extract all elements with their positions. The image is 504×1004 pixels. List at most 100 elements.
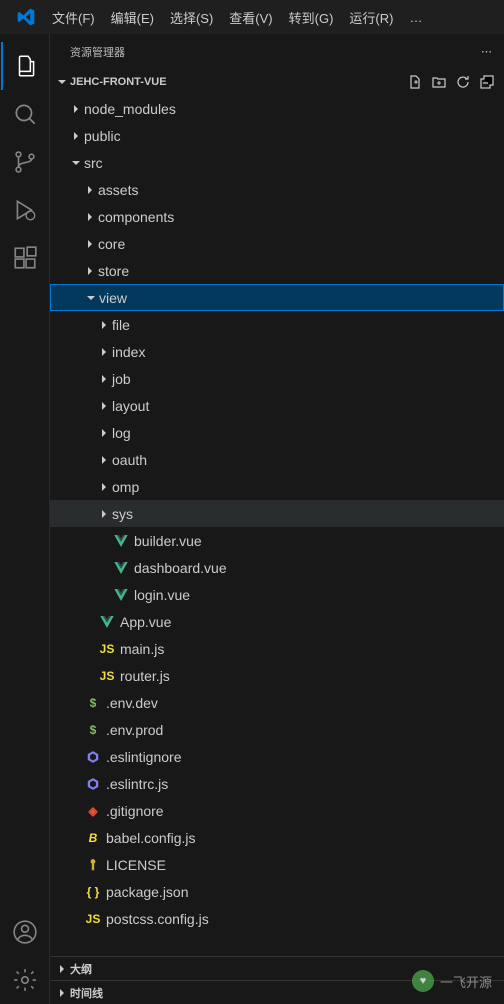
explorer-more-icon[interactable]: ⋯ xyxy=(481,45,492,58)
folder-item[interactable]: index xyxy=(50,338,504,365)
folder-item[interactable]: public xyxy=(50,122,504,149)
file-item[interactable]: .eslintrc.js xyxy=(50,770,504,797)
watermark-text: 一飞开源 xyxy=(440,972,492,991)
menu-item-3[interactable]: 查看(V) xyxy=(221,0,280,34)
vue-icon xyxy=(112,559,130,577)
chevron-right-icon xyxy=(96,373,112,385)
folder-label: node_modules xyxy=(84,101,176,117)
activity-extensions[interactable] xyxy=(1,234,49,282)
file-label: .env.dev xyxy=(106,695,158,711)
folder-item[interactable]: file xyxy=(50,311,504,338)
folder-item[interactable]: sys xyxy=(50,500,504,527)
play-bug-icon xyxy=(12,197,38,223)
search-icon xyxy=(12,101,38,127)
file-label: builder.vue xyxy=(134,533,202,549)
file-item[interactable]: $.env.dev xyxy=(50,689,504,716)
chevron-right-icon xyxy=(82,238,98,250)
activity-explorer[interactable] xyxy=(1,42,49,90)
menubar: 文件(F)编辑(E)选择(S)查看(V)转到(G)运行(R) … xyxy=(0,0,504,34)
folder-label: src xyxy=(84,155,103,171)
file-label: LICENSE xyxy=(106,857,166,873)
folder-item[interactable]: job xyxy=(50,365,504,392)
outline-label: 大纲 xyxy=(70,961,92,977)
menu-item-1[interactable]: 编辑(E) xyxy=(103,0,162,34)
folder-label: sys xyxy=(112,506,133,522)
eslint-icon xyxy=(84,775,102,793)
file-item[interactable]: App.vue xyxy=(50,608,504,635)
folder-item[interactable]: node_modules xyxy=(50,95,504,122)
chevron-right-icon xyxy=(96,481,112,493)
folder-item[interactable]: oauth xyxy=(50,446,504,473)
collapse-all-button[interactable] xyxy=(476,71,498,93)
explorer-title: 资源管理器 xyxy=(70,44,125,60)
folder-item[interactable]: log xyxy=(50,419,504,446)
file-label: babel.config.js xyxy=(106,830,196,846)
file-item[interactable]: { }package.json xyxy=(50,878,504,905)
file-item[interactable]: ◈.gitignore xyxy=(50,797,504,824)
file-label: login.vue xyxy=(134,587,190,603)
vue-icon xyxy=(112,532,130,550)
extensions-icon xyxy=(12,245,38,271)
activity-source-control[interactable] xyxy=(1,138,49,186)
chevron-right-icon xyxy=(96,508,112,520)
refresh-button[interactable] xyxy=(452,71,474,93)
file-label: .gitignore xyxy=(106,803,164,819)
folder-item[interactable]: layout xyxy=(50,392,504,419)
folder-item[interactable]: omp xyxy=(50,473,504,500)
folder-label: public xyxy=(84,128,121,144)
file-item[interactable]: dashboard.vue xyxy=(50,554,504,581)
file-label: .eslintignore xyxy=(106,749,182,765)
activity-settings[interactable] xyxy=(1,956,49,1004)
chevron-right-icon xyxy=(96,454,112,466)
folder-label: file xyxy=(112,317,130,333)
babel-icon: B xyxy=(84,829,102,847)
chevron-down-icon xyxy=(68,157,84,169)
activity-account[interactable] xyxy=(1,908,49,956)
vscode-logo-icon xyxy=(8,7,44,27)
activity-search[interactable] xyxy=(1,90,49,138)
chevron-right-icon xyxy=(96,400,112,412)
vue-icon xyxy=(112,586,130,604)
chevron-right-icon xyxy=(82,211,98,223)
files-icon xyxy=(13,53,39,79)
folder-label: index xyxy=(112,344,145,360)
project-section-header[interactable]: JEHC-FRONT-VUE xyxy=(50,69,504,95)
menu-item-0[interactable]: 文件(F) xyxy=(44,0,103,34)
new-folder-button[interactable] xyxy=(428,71,450,93)
chevron-down-icon xyxy=(83,292,99,304)
folder-item[interactable]: assets xyxy=(50,176,504,203)
file-label: router.js xyxy=(120,668,170,684)
folder-item[interactable]: src xyxy=(50,149,504,176)
menu-item-4[interactable]: 转到(G) xyxy=(281,0,342,34)
file-item[interactable]: LICENSE xyxy=(50,851,504,878)
chevron-down-icon xyxy=(54,76,70,88)
file-item[interactable]: JSpostcss.config.js xyxy=(50,905,504,932)
file-item[interactable]: Bbabel.config.js xyxy=(50,824,504,851)
file-item[interactable]: JSrouter.js xyxy=(50,662,504,689)
account-icon xyxy=(12,919,38,945)
chevron-right-icon xyxy=(82,184,98,196)
folder-label: oauth xyxy=(112,452,147,468)
folder-item[interactable]: core xyxy=(50,230,504,257)
file-item[interactable]: login.vue xyxy=(50,581,504,608)
file-item[interactable]: $.env.prod xyxy=(50,716,504,743)
menu-overflow[interactable]: … xyxy=(401,10,430,25)
menu-item-2[interactable]: 选择(S) xyxy=(162,0,221,34)
file-item[interactable]: JSmain.js xyxy=(50,635,504,662)
timeline-label: 时间线 xyxy=(70,985,103,1001)
file-label: .env.prod xyxy=(106,722,163,738)
json-icon: { } xyxy=(84,883,102,901)
folder-label: assets xyxy=(98,182,138,198)
file-item[interactable]: builder.vue xyxy=(50,527,504,554)
new-file-button[interactable] xyxy=(404,71,426,93)
folder-item[interactable]: view xyxy=(50,284,504,311)
file-label: App.vue xyxy=(120,614,171,630)
vue-icon xyxy=(98,613,116,631)
watermark-avatar-icon: ♥ xyxy=(412,970,434,992)
activity-run-debug[interactable] xyxy=(1,186,49,234)
watermark: ♥ 一飞开源 xyxy=(412,970,492,992)
menu-item-5[interactable]: 运行(R) xyxy=(341,0,401,34)
folder-item[interactable]: components xyxy=(50,203,504,230)
file-item[interactable]: .eslintignore xyxy=(50,743,504,770)
folder-item[interactable]: store xyxy=(50,257,504,284)
